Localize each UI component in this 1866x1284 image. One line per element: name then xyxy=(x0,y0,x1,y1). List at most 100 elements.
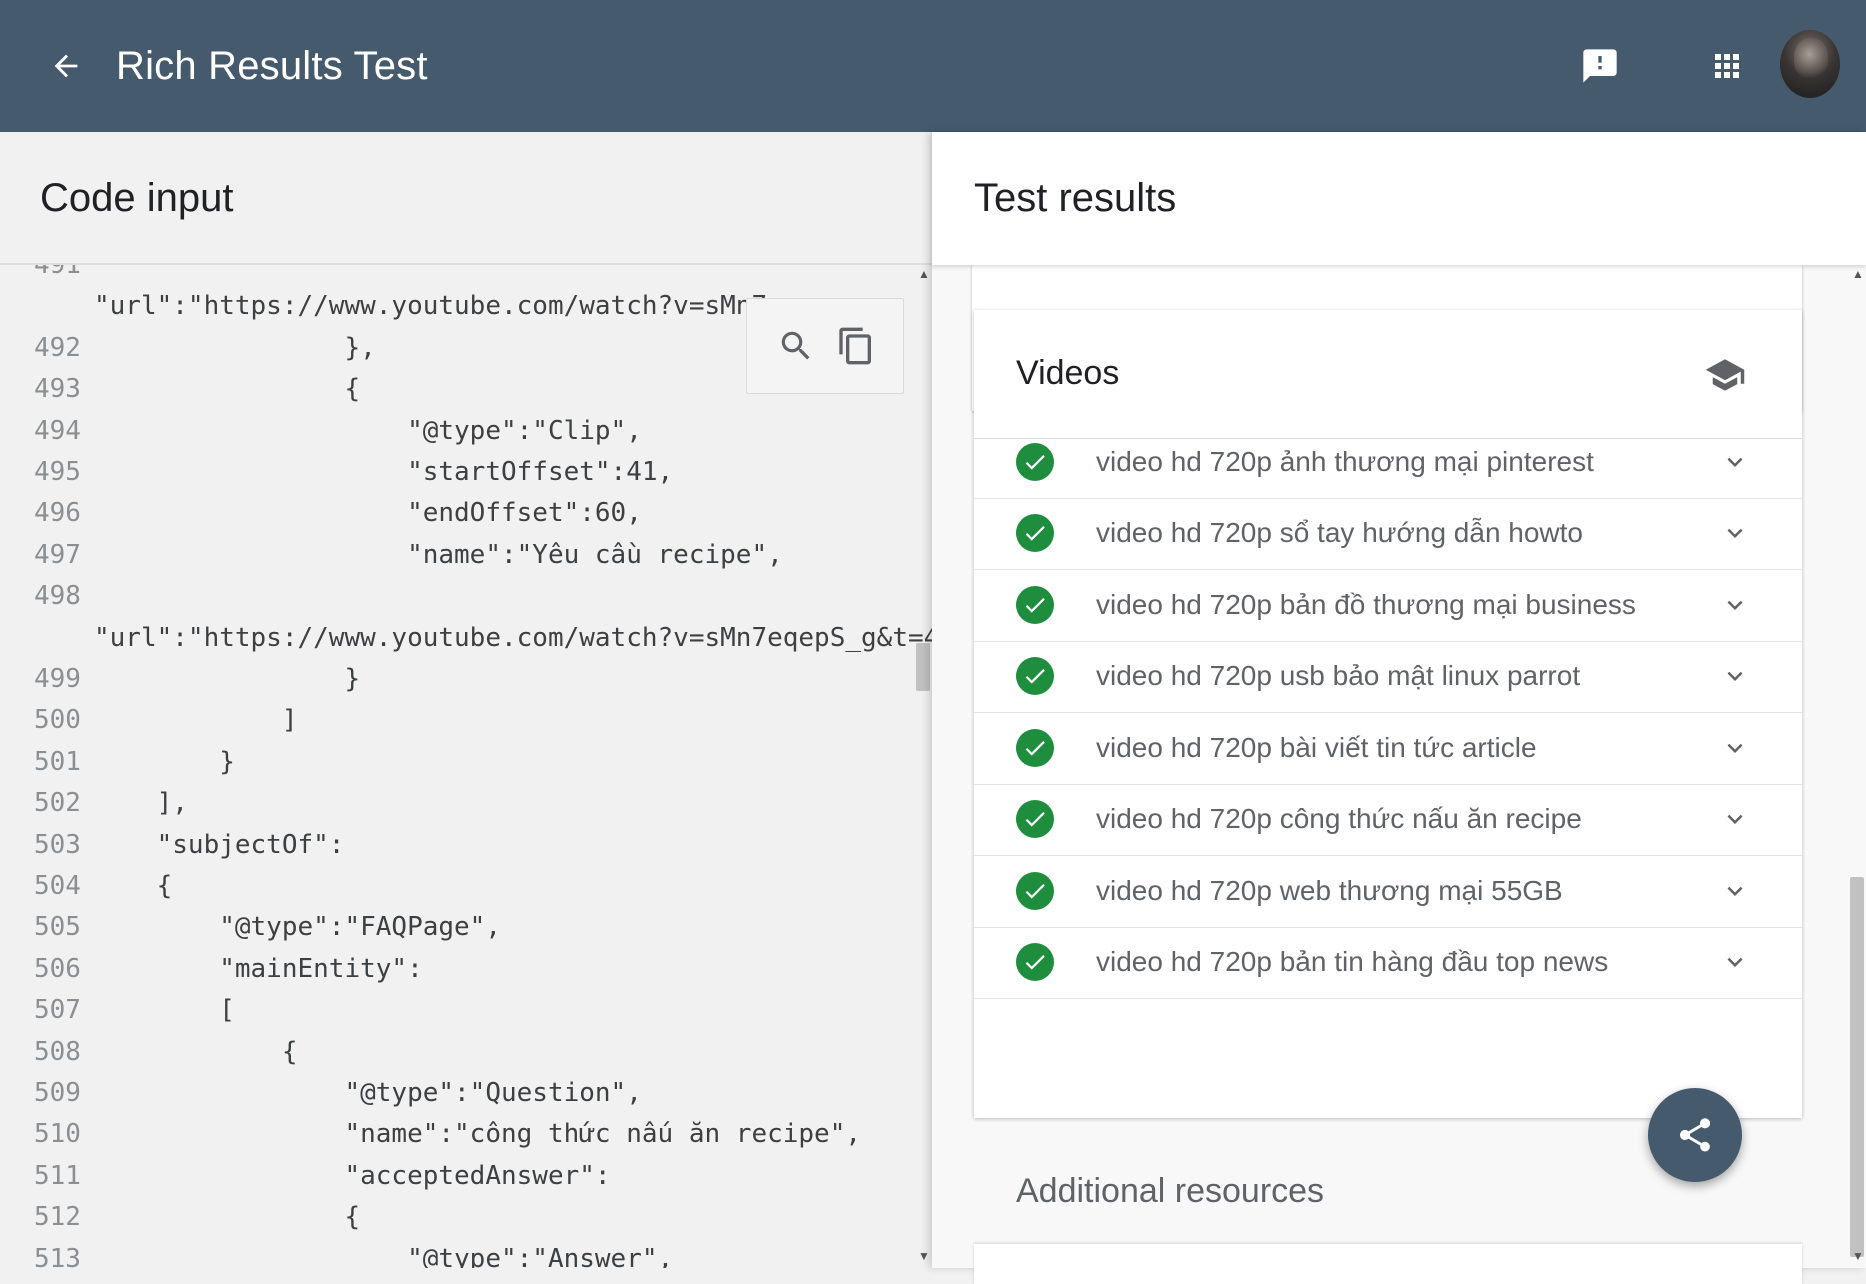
line-number: 505 xyxy=(34,912,81,943)
apps-button[interactable] xyxy=(1701,40,1753,92)
code-text: }, xyxy=(94,332,376,363)
video-result-label: video hd 720p bài viết tin tức article xyxy=(1096,731,1537,763)
video-result-item[interactable]: video hd 720p web thương mại 55GB xyxy=(974,855,1802,928)
code-text: "@type":"Clip", xyxy=(94,415,642,446)
chevron-down-icon[interactable] xyxy=(1718,945,1752,979)
code-scrollbar[interactable]: ▲ ▼ xyxy=(914,265,932,1268)
chevron-down-icon[interactable] xyxy=(1718,874,1752,908)
line-number: 498 xyxy=(34,581,81,612)
video-result-label: video hd 720p web thương mại 55GB xyxy=(1096,874,1563,906)
code-line: 497 "name":"Yêu cầu recipe", xyxy=(0,535,900,576)
code-input-panel: Code input 491 "url":"https://www.youtube… xyxy=(0,132,932,1268)
scroll-thumb[interactable] xyxy=(916,643,930,691)
video-result-item[interactable]: video hd 720p usb bảo mật linux parrot xyxy=(974,641,1802,713)
school-cap-icon xyxy=(1704,354,1746,396)
results-scrollbar[interactable]: ▲ ▼ xyxy=(1848,265,1866,1268)
code-line: 494 "@type":"Clip", xyxy=(0,411,900,452)
line-number: 499 xyxy=(34,664,81,694)
chevron-down-icon[interactable] xyxy=(1718,516,1752,550)
video-result-item[interactable]: video hd 720p bài viết tin tức article xyxy=(974,712,1802,785)
code-text: { xyxy=(94,1036,298,1067)
code-text: [ xyxy=(94,995,235,1026)
video-result-item[interactable]: video hd 720p bản đồ thương mại business xyxy=(974,569,1802,642)
code-toolbar xyxy=(746,298,904,394)
code-line: 511 "acceptedAnswer": xyxy=(0,1156,900,1197)
line-number: 494 xyxy=(34,415,81,446)
code-line: 507 [ xyxy=(0,990,900,1031)
line-number: 503 xyxy=(34,829,81,860)
results-scroll-down-arrow[interactable]: ▼ xyxy=(1852,1249,1864,1263)
code-line: "url":"https://www.youtube.com/watch?v=s… xyxy=(0,618,932,659)
scroll-down-arrow[interactable]: ▼ xyxy=(918,1249,930,1263)
app-title: Rich Results Test xyxy=(116,44,428,88)
copy-icon xyxy=(839,327,871,365)
line-number: 513 xyxy=(34,1243,81,1268)
code-line: 506 "mainEntity": xyxy=(0,949,900,990)
share-button[interactable] xyxy=(1648,1088,1742,1182)
code-text: "url":"https://www.youtube.com/watch?v=s… xyxy=(94,622,932,653)
video-result-label: video hd 720p công thức nấu ăn recipe xyxy=(1096,803,1582,835)
line-number: 497 xyxy=(34,539,81,570)
feedback-button[interactable] xyxy=(1574,40,1626,92)
line-number: 506 xyxy=(34,953,81,984)
test-results-panel: Test results Videos video hd 720p ảnh th… xyxy=(932,132,1866,1284)
code-text: { xyxy=(94,1202,361,1233)
code-text: "endOffset":60, xyxy=(94,498,642,529)
video-result-label: video hd 720p bản tin hàng đầu top news xyxy=(1096,946,1609,978)
code-line: 509 "@type":"Question", xyxy=(0,1073,900,1114)
back-button[interactable] xyxy=(40,40,92,92)
copy-code-button[interactable] xyxy=(831,321,881,371)
app-bar: Rich Results Test xyxy=(0,0,1866,132)
line-number: 508 xyxy=(34,1036,81,1067)
check-circle-icon xyxy=(1016,442,1054,481)
check-circle-icon xyxy=(1016,800,1054,839)
chevron-down-icon[interactable] xyxy=(1718,445,1752,479)
scroll-up-arrow[interactable]: ▲ xyxy=(918,267,930,281)
code-text: "name":"Yêu cầu recipe", xyxy=(94,539,783,570)
chevron-down-icon[interactable] xyxy=(1718,659,1752,693)
line-number: 500 xyxy=(34,705,81,736)
results-scroll-up-arrow[interactable]: ▲ xyxy=(1852,267,1864,281)
line-number: 501 xyxy=(34,746,81,777)
code-editor[interactable]: 491 "url":"https://www.youtube.com/watch?… xyxy=(0,265,932,1268)
videos-card-title: Videos xyxy=(1016,354,1120,392)
additional-resources-heading: Additional resources xyxy=(1016,1172,1325,1210)
line-number: 492 xyxy=(34,332,81,363)
arrow-back-icon xyxy=(54,54,78,78)
search-icon xyxy=(781,331,810,360)
line-number: 511 xyxy=(34,1160,81,1191)
code-line: 508 { xyxy=(0,1032,900,1073)
video-result-item[interactable]: video hd 720p bản tin hàng đầu top news xyxy=(974,927,1802,999)
line-number: 502 xyxy=(34,788,81,819)
code-line: 495 "startOffset":41, xyxy=(0,452,900,493)
check-circle-icon xyxy=(1016,871,1054,910)
code-text: "mainEntity": xyxy=(94,953,423,984)
code-line: 504 { xyxy=(0,866,900,907)
test-results-header: Test results xyxy=(932,132,1866,265)
video-result-item[interactable]: video hd 720p ảnh thương mại pinterest xyxy=(974,426,1802,499)
video-result-item[interactable]: video hd 720p sổ tay hướng dẫn howto xyxy=(974,498,1802,570)
code-text: "url":"https://www.youtube.com/watch?v=s… xyxy=(94,291,815,322)
code-line: 496 "endOffset":60, xyxy=(0,493,900,534)
results-scroll-thumb[interactable] xyxy=(1850,877,1864,1257)
code-text: } xyxy=(94,664,361,694)
user-avatar[interactable] xyxy=(1780,30,1840,98)
code-input-title: Code input xyxy=(40,176,234,220)
chevron-down-icon[interactable] xyxy=(1718,802,1752,836)
code-text: "name":"công thức nấu ăn recipe", xyxy=(94,1119,862,1150)
chevron-down-icon[interactable] xyxy=(1718,731,1752,765)
line-number: 504 xyxy=(34,871,81,901)
line-number: 493 xyxy=(34,374,81,405)
code-line: 500 ] xyxy=(0,700,900,741)
search-code-button[interactable] xyxy=(771,321,821,371)
video-result-item[interactable]: video hd 720p công thức nấu ăn recipe xyxy=(974,784,1802,856)
chevron-down-icon[interactable] xyxy=(1718,588,1752,622)
apps-grid-icon xyxy=(1715,54,1739,78)
code-line: 512 { xyxy=(0,1197,900,1238)
code-text: ], xyxy=(94,788,188,819)
line-number: 496 xyxy=(34,498,81,529)
video-result-label: video hd 720p usb bảo mật linux parrot xyxy=(1096,660,1581,692)
check-circle-icon xyxy=(1016,585,1054,624)
line-number: 507 xyxy=(34,995,81,1026)
check-circle-icon xyxy=(1016,514,1054,553)
